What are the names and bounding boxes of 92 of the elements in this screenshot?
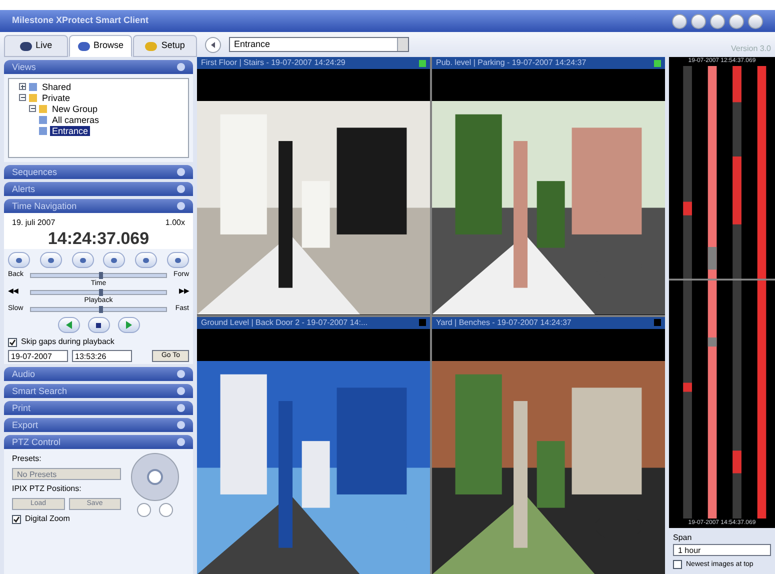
- tab[interactable]: Live: [4, 35, 68, 57]
- panel-header[interactable]: Audio: [4, 367, 193, 381]
- collapse-icon: [177, 387, 185, 395]
- checkbox-label: Digital Zoom: [25, 513, 70, 525]
- play-icon: [126, 321, 132, 329]
- panel-title: Views: [12, 62, 36, 72]
- window-title: Milestone XProtect Smart Client: [12, 14, 149, 28]
- collapse-icon: [177, 168, 185, 176]
- camera-view[interactable]: Pub. level | Parking - 19-07-2007 14:24:37: [432, 57, 665, 314]
- tree-item[interactable]: Entrance: [50, 126, 90, 136]
- panel-title: PTZ Control: [12, 438, 61, 446]
- collapse-icon: [177, 421, 185, 429]
- slider-thumb[interactable]: [98, 289, 102, 296]
- time-display: 14:24:37.069: [46, 229, 150, 249]
- panel-title: Smart Search: [12, 386, 68, 396]
- step-forward-button[interactable]: [135, 252, 158, 268]
- reverse-button[interactable]: [58, 317, 80, 333]
- close-button[interactable]: [748, 14, 763, 28]
- panel-title: Alerts: [12, 184, 36, 194]
- span-label: Span: [672, 532, 693, 544]
- panel-header[interactable]: Export: [4, 418, 193, 432]
- panel-header[interactable]: Alerts: [4, 182, 193, 196]
- tree-item[interactable]: Shared: [40, 82, 74, 92]
- zoom-out-button[interactable]: [159, 503, 173, 517]
- camera-view[interactable]: Yard | Benches - 19-07-2007 14:24:37: [432, 316, 665, 574]
- camera-title: Yard | Benches - 19-07-2007 14:24:37: [436, 316, 572, 328]
- play-button[interactable]: [118, 317, 140, 333]
- stop-button[interactable]: [88, 317, 110, 333]
- version-label: Version 3.0: [730, 43, 772, 55]
- presets-dropdown[interactable]: No Presets: [12, 468, 121, 480]
- panel-title: Audio: [12, 370, 36, 378]
- minimize-button[interactable]: [710, 14, 725, 28]
- eye-icon: [20, 42, 32, 50]
- tree-item[interactable]: New Group: [50, 104, 100, 114]
- checkbox-label: Skip gaps during playback: [21, 336, 114, 348]
- tree-item[interactable]: Private: [40, 92, 72, 102]
- play-reverse-icon: [66, 321, 72, 329]
- skip-gaps-checkbox[interactable]: [8, 338, 17, 346]
- panel-header[interactable]: Time Navigation: [4, 199, 193, 213]
- dropdown-icon: [397, 38, 408, 51]
- collapse-icon[interactable]: [19, 94, 26, 101]
- setup-icon: [145, 42, 158, 50]
- camera-title: Pub. level | Parking - 19-07-2007 14:24:37: [436, 57, 586, 69]
- panel-header[interactable]: Print: [4, 401, 193, 415]
- date-field[interactable]: 19-07-2007: [8, 350, 68, 362]
- view-dropdown[interactable]: Entrance: [229, 37, 409, 52]
- restore-button[interactable]: [729, 14, 744, 28]
- back-button[interactable]: [205, 36, 221, 52]
- play-back-button[interactable]: [72, 252, 94, 268]
- stop-icon: [96, 322, 101, 328]
- collapse-icon[interactable]: [29, 105, 36, 112]
- newest-top-checkbox[interactable]: [673, 560, 682, 570]
- expand-icon[interactable]: [19, 83, 26, 90]
- camera-view[interactable]: Ground Level | Back Door 2 - 19-07-2007 14:...: [197, 316, 430, 574]
- camera-title: First Floor | Stairs - 19-07-2007 14:24:29: [201, 57, 346, 69]
- digital-zoom-checkbox[interactable]: [12, 514, 21, 524]
- slider-thumb[interactable]: [98, 306, 102, 313]
- skip-end-button[interactable]: [166, 252, 189, 268]
- positions-label: IPIX PTZ Positions:: [12, 483, 82, 495]
- collapse-icon: [177, 185, 185, 193]
- panel-header[interactable]: Smart Search: [4, 384, 193, 398]
- panel-header[interactable]: Views: [4, 60, 193, 74]
- collapse-icon: [177, 202, 185, 210]
- time-field[interactable]: 13:53:26: [72, 350, 132, 362]
- step-back-button[interactable]: [40, 252, 62, 268]
- back-icon: [210, 42, 216, 48]
- skip-start-button[interactable]: [8, 252, 30, 268]
- zoom-in-button[interactable]: [137, 503, 151, 517]
- panel-title: Print: [12, 404, 31, 412]
- view-icon: [29, 82, 37, 90]
- camera-view[interactable]: First Floor | Stairs - 19-07-2007 14:24:29: [197, 57, 430, 314]
- panel-title: Sequences: [12, 168, 58, 176]
- panel-header[interactable]: PTZ Control: [4, 435, 193, 449]
- speed-label: 1.00x: [165, 217, 185, 229]
- camera-title: Ground Level | Back Door 2 - 19-07-2007 14:...: [201, 316, 368, 328]
- collapse-icon: [177, 438, 185, 446]
- panel-header[interactable]: Sequences: [4, 165, 193, 179]
- presets-label: Presets:: [12, 453, 42, 465]
- ptz-joystick[interactable]: [131, 453, 179, 501]
- play-forward-button[interactable]: [103, 252, 126, 268]
- panel-title: Export: [12, 420, 38, 430]
- slider-thumb[interactable]: [98, 272, 102, 279]
- panel-title: Time Navigation: [12, 202, 77, 210]
- tab[interactable]: Setup: [133, 35, 198, 57]
- date-label: 19. juli 2007: [12, 217, 56, 229]
- tree-item[interactable]: All cameras: [50, 114, 102, 124]
- collapse-icon: [177, 63, 185, 71]
- collapse-icon: [177, 404, 185, 412]
- browse-icon: [78, 42, 90, 50]
- collapse-icon: [177, 370, 185, 378]
- tab[interactable]: Browse: [68, 35, 132, 57]
- span-dropdown[interactable]: 1 hour: [673, 544, 771, 556]
